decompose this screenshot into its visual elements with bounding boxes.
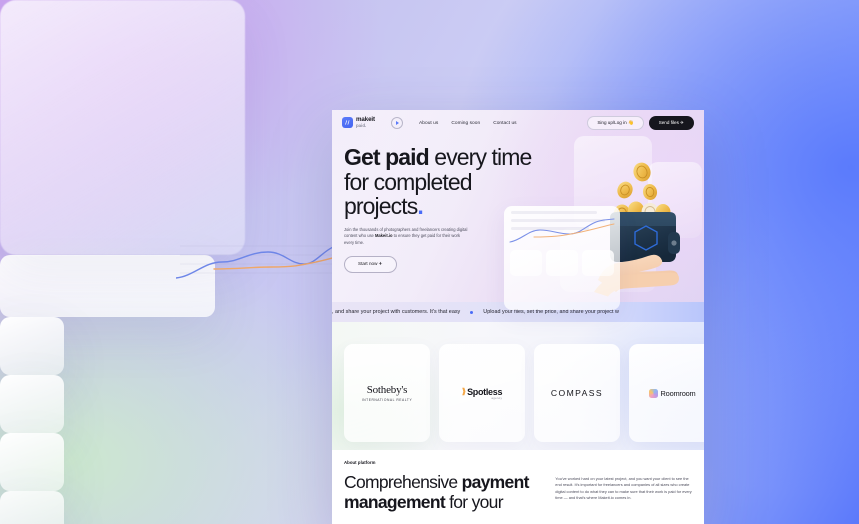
hero-illustration bbox=[504, 132, 704, 310]
brand-logo[interactable]: makeit paid. bbox=[342, 117, 375, 129]
hero-section: makeit paid. About us Coming soon Contac… bbox=[332, 110, 704, 310]
hero-headline: Get paid every time for completed projec… bbox=[344, 145, 552, 219]
navbar-actions: Sing up/Log in 👋 Send files ✈ bbox=[587, 115, 694, 131]
marquee-bullet-icon bbox=[470, 310, 474, 314]
client-logos-section: Sotheby's INTERNATIONAL REALTY ⟩⟩ Spotle… bbox=[332, 322, 704, 450]
sothebys-logo-subtext: INTERNATIONAL REALTY bbox=[361, 397, 413, 402]
logo-row: Sotheby's INTERNATIONAL REALTY ⟩⟩ Spotle… bbox=[344, 344, 704, 442]
send-files-button[interactable]: Send files ✈ bbox=[648, 116, 694, 130]
spotless-logo-text: Spotless bbox=[467, 386, 503, 397]
spotless-mark-icon: ⟩⟩ bbox=[461, 387, 467, 396]
coin bbox=[617, 181, 633, 199]
about-grid: Comprehensive payment management for you… bbox=[344, 472, 692, 512]
desktop-wallpaper: makeit paid. About us Coming soon Contac… bbox=[0, 0, 859, 524]
deco-tile bbox=[0, 375, 64, 433]
about-heading: Comprehensive payment management for you… bbox=[344, 472, 539, 512]
marquee-item: , and share your project with customers.… bbox=[332, 309, 461, 315]
hero-subtext-brand: Makeit.io bbox=[374, 233, 393, 239]
hero-headline-accent-dot: . bbox=[417, 193, 423, 220]
sothebys-logo-text: Sotheby's bbox=[366, 384, 408, 397]
hero-subtext: Join the thousands of photographers and … bbox=[344, 227, 468, 247]
about-heading-part-3: for your bbox=[444, 491, 503, 512]
nav-link-contact-us[interactable]: Contact us bbox=[493, 121, 516, 126]
deco-card-chart-panel bbox=[0, 255, 215, 317]
deco-tile bbox=[0, 317, 64, 375]
hero-headline-bold: Get paid bbox=[344, 144, 430, 170]
about-heading-bold-2: management bbox=[344, 491, 446, 512]
logo-card-compass: COMPASS bbox=[534, 344, 620, 442]
site-navbar: makeit paid. About us Coming soon Contac… bbox=[332, 110, 704, 136]
roomroom-logo-text: Roomroom bbox=[660, 388, 696, 398]
website-viewport: makeit paid. About us Coming soon Contac… bbox=[332, 110, 704, 524]
deco-tile bbox=[0, 491, 64, 524]
about-heading-part-1: Comprehensive bbox=[344, 472, 462, 492]
roomroom-mark-icon bbox=[648, 388, 658, 398]
about-body-text: You've worked hard on your latest projec… bbox=[555, 476, 692, 500]
deco-card-large-left bbox=[0, 0, 245, 255]
about-eyebrow: About platform bbox=[344, 460, 376, 465]
navbar-links: About us Coming soon Contact us bbox=[419, 121, 517, 126]
nav-link-about-us[interactable]: About us bbox=[419, 121, 438, 126]
compass-logo-text: COMPASS bbox=[550, 388, 604, 398]
about-platform-section: About platform Comprehensive payment man… bbox=[332, 450, 704, 524]
coin bbox=[642, 184, 658, 200]
brand-tagline: paid. bbox=[356, 123, 367, 129]
play-triangle-icon bbox=[395, 121, 399, 125]
logo-mark-icon bbox=[342, 117, 353, 129]
logo-card-sothebys: Sotheby's INTERNATIONAL REALTY bbox=[344, 344, 430, 442]
about-heading-bold-1: payment bbox=[461, 472, 530, 492]
start-now-button[interactable]: Start now ✈ bbox=[344, 255, 397, 273]
logo-card-roomroom: Roomroom bbox=[629, 344, 704, 442]
hero-copy: Get paid every time for completed projec… bbox=[332, 136, 564, 273]
signup-login-button[interactable]: Sing up/Log in 👋 bbox=[587, 115, 644, 131]
deco-tile bbox=[0, 433, 64, 491]
nav-link-coming-soon[interactable]: Coming soon bbox=[451, 121, 480, 126]
logo-card-spotless: ⟩⟩ Spotless agency bbox=[439, 344, 525, 442]
play-icon[interactable] bbox=[391, 117, 404, 129]
coin bbox=[633, 162, 651, 182]
